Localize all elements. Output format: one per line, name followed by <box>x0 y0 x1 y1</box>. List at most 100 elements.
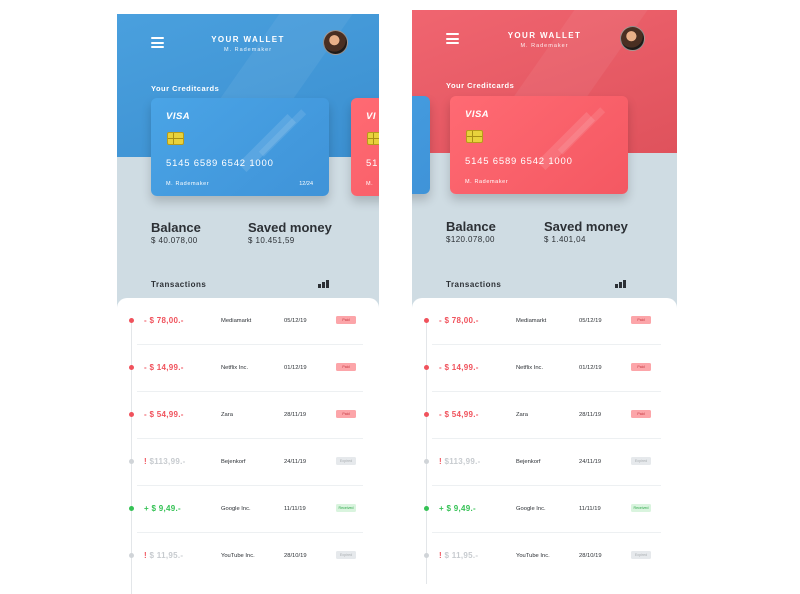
visa-logo: VI <box>366 111 376 122</box>
transaction-amount: - $ 14,99.- <box>144 363 184 372</box>
bar-chart-icon[interactable] <box>318 280 330 288</box>
transaction-amount: - $ 78,00.- <box>144 316 184 325</box>
transaction-amount: + $ 9,49.- <box>439 504 476 513</box>
balance-label: Balance <box>446 219 496 234</box>
saved-money-label: Saved money <box>544 219 628 234</box>
transaction-amount-value: $113,99.- <box>149 457 186 466</box>
status-dot <box>129 318 134 323</box>
transactions-list: - $ 78,00.- Mediamarkt 05/12/19 Paid - $ 14,… <box>412 298 677 584</box>
transaction-row[interactable]: + $ 9,49.- Google Inc. 11/11/19 Received <box>412 486 677 533</box>
user-avatar[interactable] <box>323 30 348 55</box>
transaction-amount-value: $ 11,95.- <box>149 551 184 560</box>
transaction-amount: ! $113,99.- <box>439 457 481 466</box>
status-badge: Paid <box>336 363 356 371</box>
transaction-row[interactable]: ! $113,99.- Bejenkorf 24/11/19 Expired <box>412 439 677 486</box>
transaction-merchant: Google Inc. <box>516 506 546 512</box>
status-dot <box>424 318 429 323</box>
chip-icon <box>367 132 379 145</box>
wallet-screen-blue: YOUR WALLET M. Rademaker Your Creditcard… <box>117 14 379 594</box>
transaction-amount: ! $ 11,95.- <box>439 551 478 560</box>
transaction-row[interactable]: ! $ 11,95.- YouTube Inc. 28/10/19 Expired <box>412 533 677 580</box>
transaction-date: 01/12/19 <box>284 365 307 371</box>
status-dot <box>129 553 134 558</box>
transaction-row[interactable]: - $ 78,00.- Mediamarkt 05/12/19 Paid <box>117 298 379 345</box>
visa-logo: VISA <box>465 109 490 120</box>
transactions-label: Transactions <box>151 280 207 289</box>
status-dot <box>129 459 134 464</box>
balance-stat: Balance $120.078,00 <box>446 219 496 244</box>
transaction-date: 28/11/19 <box>284 412 307 418</box>
status-badge: Expired <box>336 457 356 465</box>
transaction-amount-value: - $ 14,99.- <box>144 363 184 372</box>
transaction-amount-value: $113,99.- <box>444 457 481 466</box>
transaction-date: 28/11/19 <box>579 412 602 418</box>
transaction-merchant: Bejenkorf <box>221 459 246 465</box>
transaction-merchant: Bejenkorf <box>516 459 541 465</box>
status-dot <box>129 412 134 417</box>
status-badge: Expired <box>631 457 651 465</box>
status-dot <box>424 365 429 370</box>
transaction-row[interactable]: ! $ 11,95.- YouTube Inc. 28/10/19 Expired <box>117 533 379 580</box>
transaction-amount-value: + $ 9,49.- <box>144 504 182 513</box>
saved-money-value: $ 1.401,04 <box>544 235 586 244</box>
transaction-merchant: Mediamarkt <box>516 318 547 324</box>
balance-stat: Balance $ 40.078,00 <box>151 220 201 245</box>
transaction-date: 05/12/19 <box>284 318 307 324</box>
transaction-merchant: YouTube Inc. <box>516 553 550 559</box>
status-dot <box>424 459 429 464</box>
status-badge: Paid <box>631 410 651 418</box>
transaction-row[interactable]: - $ 14,99.- Netflix Inc. 01/12/19 Paid <box>412 345 677 392</box>
transaction-row[interactable]: ! $113,99.- Bejenkorf 24/11/19 Expired <box>117 439 379 486</box>
transaction-amount-value: - $ 78,00.- <box>439 316 479 325</box>
transaction-date: 24/11/19 <box>284 459 307 465</box>
transaction-amount: - $ 78,00.- <box>439 316 479 325</box>
transaction-merchant: Netflix Inc. <box>516 365 544 371</box>
card-number: 5145 6589 6542 1000 <box>465 156 573 167</box>
saved-money-value: $ 10.451,59 <box>248 236 295 245</box>
bar-chart-icon[interactable] <box>615 280 627 288</box>
card-holder: M. <box>366 181 374 187</box>
credit-card[interactable]: VISA 5145 6589 6542 1000 M. Rademaker <box>450 96 628 194</box>
transaction-date: 11/11/19 <box>284 506 306 512</box>
status-dot <box>424 506 429 511</box>
credit-card[interactable]: VISA 5145 6589 6542 1000 M. Rademaker 12… <box>151 98 329 196</box>
transaction-row[interactable]: - $ 14,99.- Netflix Inc. 01/12/19 Paid <box>117 345 379 392</box>
transaction-date: 24/11/19 <box>579 459 602 465</box>
status-dot <box>424 553 429 558</box>
transaction-merchant: Mediamarkt <box>221 318 252 324</box>
saved-money-stat: Saved money $ 10.451,59 <box>248 220 332 245</box>
transaction-merchant: YouTube Inc. <box>221 553 255 559</box>
credit-card-previous[interactable] <box>412 96 430 194</box>
credit-card-next[interactable]: VI 51 M. <box>351 98 379 196</box>
card-number: 51 <box>366 158 379 169</box>
transaction-amount-value: - $ 54,99.- <box>144 410 184 419</box>
transaction-amount-value: - $ 54,99.- <box>439 410 479 419</box>
transaction-row[interactable]: - $ 78,00.- Mediamarkt 05/12/19 Paid <box>412 298 677 345</box>
transaction-date: 05/12/19 <box>579 318 602 324</box>
transaction-amount: ! $ 11,95.- <box>144 551 183 560</box>
status-dot <box>129 365 134 370</box>
wallet-screen-red: YOUR WALLET M. Rademaker Your Creditcard… <box>412 10 677 584</box>
transaction-row[interactable]: + $ 9,49.- Google Inc. 11/11/19 Received <box>117 486 379 533</box>
creditcards-label: Your Creditcards <box>446 81 515 90</box>
transaction-amount-value: + $ 9,49.- <box>439 504 477 513</box>
transaction-merchant: Google Inc. <box>221 506 251 512</box>
transaction-date: 28/10/19 <box>284 553 307 559</box>
transaction-amount: - $ 14,99.- <box>439 363 479 372</box>
transaction-amount-value: - $ 78,00.- <box>144 316 184 325</box>
status-dot <box>424 412 429 417</box>
transaction-row[interactable]: - $ 54,99.- Zara 28/11/19 Paid <box>412 392 677 439</box>
chip-icon <box>167 132 184 145</box>
transaction-date: 28/10/19 <box>579 553 602 559</box>
user-avatar[interactable] <box>620 26 645 51</box>
transaction-merchant: Zara <box>516 412 528 418</box>
saved-money-stat: Saved money $ 1.401,04 <box>544 219 628 244</box>
status-dot <box>129 506 134 511</box>
transaction-date: 01/12/19 <box>579 365 602 371</box>
transaction-row[interactable]: - $ 54,99.- Zara 28/11/19 Paid <box>117 392 379 439</box>
transaction-amount-value: - $ 14,99.- <box>439 363 479 372</box>
status-badge: Expired <box>631 551 651 559</box>
visa-logo: VISA <box>166 111 191 122</box>
transaction-merchant: Netflix Inc. <box>221 365 249 371</box>
status-badge: Paid <box>631 316 651 324</box>
